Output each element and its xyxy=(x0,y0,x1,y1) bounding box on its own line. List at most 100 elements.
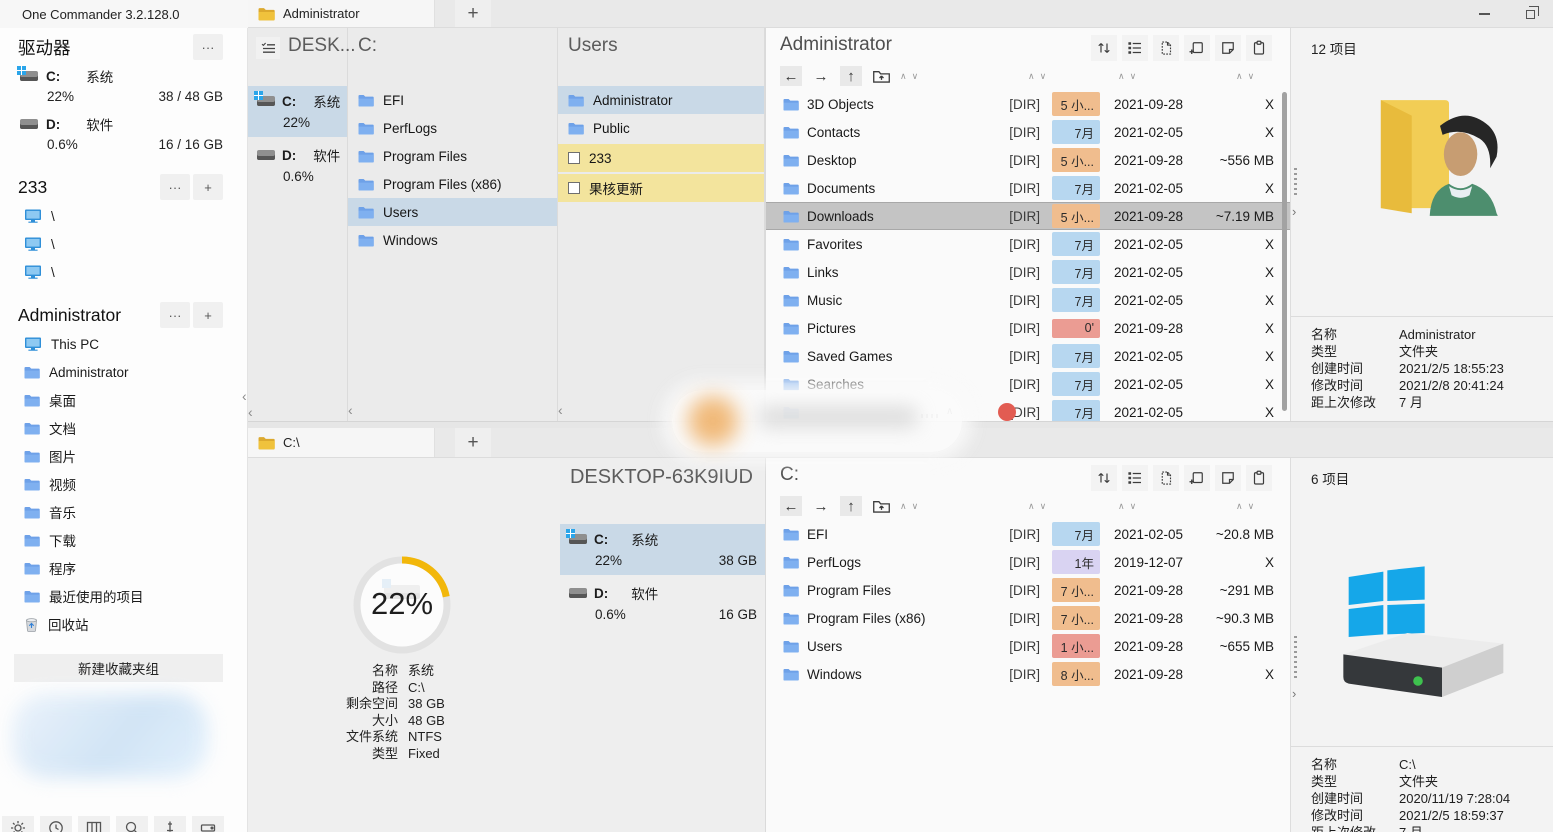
scrollbar[interactable] xyxy=(1282,92,1287,411)
tag-checkbox[interactable] xyxy=(568,152,580,164)
file-row[interactable]: EFI [DIR] 7月 2021-02-05 ~20.8 MB xyxy=(766,520,1290,548)
folder-row[interactable]: Users xyxy=(348,198,557,226)
paste-icon[interactable] xyxy=(1246,465,1272,491)
drive-entry[interactable]: C: 系统 22% 38 GB xyxy=(560,524,765,575)
column-sort-type[interactable]: ∧∨ xyxy=(1028,71,1051,82)
clock-icon[interactable] xyxy=(40,816,72,832)
sidebar-item[interactable]: 图片 xyxy=(0,442,247,470)
back-button[interactable]: ← xyxy=(780,496,802,516)
network-path-item[interactable]: \ xyxy=(0,230,247,258)
note-icon[interactable] xyxy=(1215,465,1241,491)
new-file-icon[interactable] xyxy=(1153,35,1179,61)
folder-row[interactable]: 233 xyxy=(558,144,764,172)
maximize-restore-button[interactable] xyxy=(1507,0,1553,28)
group-233-add-button[interactable]: + xyxy=(193,174,223,200)
group-233-menu-button[interactable]: ··· xyxy=(160,174,190,200)
file-row[interactable]: Documents [DIR] 7月 2021-02-05 X xyxy=(766,174,1290,202)
sort-icon[interactable] xyxy=(1091,35,1117,61)
forward-button[interactable]: → xyxy=(810,66,832,86)
sidebar-item[interactable]: 下载 xyxy=(0,526,247,554)
sort-asc-desc[interactable]: ∧∨ xyxy=(900,501,923,512)
file-row[interactable]: Windows [DIR] 8 小... 2021-09-28 X xyxy=(766,660,1290,688)
new-favorites-group-button[interactable]: 新建收藏夹组 xyxy=(14,654,223,682)
file-row[interactable]: Program Files [DIR] 7 小... 2021-09-28 ~2… xyxy=(766,576,1290,604)
file-row[interactable]: Pictures [DIR] 0' 2021-09-28 X xyxy=(766,314,1290,342)
tab-administrator[interactable]: Administrator xyxy=(248,0,435,27)
drive-entry[interactable]: C: 系统 22% xyxy=(248,86,347,137)
forward-button[interactable]: → xyxy=(810,496,832,516)
file-row[interactable]: Saved Games [DIR] 7月 2021-02-05 X xyxy=(766,342,1290,370)
sidebar-item[interactable]: 回收站 xyxy=(0,610,247,638)
pin-icon[interactable] xyxy=(154,816,186,832)
column-sort-type[interactable]: ∧∨ xyxy=(1028,501,1051,512)
drive-entry[interactable]: D: 软件 0.6% 16 GB xyxy=(560,578,765,629)
folder-up-icon[interactable] xyxy=(870,66,892,86)
settings-icon[interactable] xyxy=(2,816,34,832)
sort-asc-desc[interactable]: ∧∨ xyxy=(900,71,923,82)
add-tab-button[interactable]: + xyxy=(455,428,491,457)
folder-row[interactable]: Windows xyxy=(348,226,557,254)
view-list-icon[interactable] xyxy=(1122,465,1148,491)
folder-row[interactable]: 果核更新 xyxy=(558,174,764,202)
sidebar-item[interactable]: 文档 xyxy=(0,414,247,442)
sort-icon[interactable] xyxy=(1091,465,1117,491)
sidebar-item[interactable]: 桌面 xyxy=(0,386,247,414)
file-row[interactable]: Music [DIR] 7月 2021-02-05 X xyxy=(766,286,1290,314)
file-row[interactable]: Favorites [DIR] 7月 2021-02-05 X xyxy=(766,230,1290,258)
paste-icon[interactable] xyxy=(1246,35,1272,61)
folder-row[interactable]: Program Files (x86) xyxy=(348,170,557,198)
tab-c-drive[interactable]: C:\ xyxy=(248,428,435,457)
new-file-icon[interactable] xyxy=(1153,465,1179,491)
sidebar-item[interactable]: This PC xyxy=(0,330,247,358)
folder-row[interactable]: PerfLogs xyxy=(348,114,557,142)
file-row[interactable]: 3D Objects [DIR] 5 小... 2021-09-28 X xyxy=(766,90,1290,118)
sidebar-item[interactable]: 音乐 xyxy=(0,498,247,526)
layout-columns-icon[interactable] xyxy=(78,816,110,832)
sidebar-item[interactable]: 最近使用的项目 xyxy=(0,582,247,610)
file-row[interactable]: Users [DIR] 1 小... 2021-09-28 ~655 MB xyxy=(766,632,1290,660)
column-sort-date[interactable]: ∧∨ xyxy=(1118,501,1141,512)
add-tab-button[interactable]: + xyxy=(455,0,491,27)
file-row[interactable]: Desktop [DIR] 5 小... 2021-09-28 ~556 MB xyxy=(766,146,1290,174)
sidebar-item[interactable]: Administrator xyxy=(0,358,247,386)
view-list-icon[interactable] xyxy=(1122,35,1148,61)
up-button[interactable]: ↑ xyxy=(840,496,862,516)
network-path-item[interactable]: \ xyxy=(0,258,247,286)
drive-entry[interactable]: D: 软件 0.6% xyxy=(248,140,347,191)
up-button[interactable]: ↑ xyxy=(840,66,862,86)
collapse-column-icon[interactable]: ‹ xyxy=(558,402,563,418)
folder-row[interactable]: Public xyxy=(558,114,764,142)
file-row[interactable]: Downloads [DIR] 5 小... 2021-09-28 ~7.19 … xyxy=(766,202,1290,230)
sidebar-drive[interactable]: D: 软件 0.6% 16 / 16 GB xyxy=(0,110,247,158)
minimize-button[interactable] xyxy=(1461,0,1507,28)
file-row[interactable]: Contacts [DIR] 7月 2021-02-05 X xyxy=(766,118,1290,146)
folder-up-icon[interactable] xyxy=(870,496,892,516)
new-pane-icon[interactable] xyxy=(1184,35,1210,61)
column-sort-size[interactable]: ∧∨ xyxy=(1236,71,1259,82)
column-sort-size[interactable]: ∧∨ xyxy=(1236,501,1259,512)
file-name: Saved Games xyxy=(807,349,982,364)
collapse-column-icon[interactable]: ‹ xyxy=(242,388,247,404)
sidebar-drive[interactable]: C: 系统 22% 38 / 48 GB xyxy=(0,62,247,110)
admin-add-button[interactable]: + xyxy=(193,302,223,328)
collapse-column-icon[interactable]: ‹ xyxy=(248,404,253,420)
sidebar-item[interactable]: 视频 xyxy=(0,470,247,498)
file-row[interactable]: PerfLogs [DIR] 1年 2019-12-07 X xyxy=(766,548,1290,576)
drive-tool-icon[interactable] xyxy=(192,816,224,832)
column-sort-date[interactable]: ∧∨ xyxy=(1118,71,1141,82)
folder-row[interactable]: Administrator xyxy=(558,86,764,114)
file-row[interactable]: Program Files (x86) [DIR] 7 小... 2021-09… xyxy=(766,604,1290,632)
search-icon[interactable] xyxy=(116,816,148,832)
new-pane-icon[interactable] xyxy=(1184,465,1210,491)
back-button[interactable]: ← xyxy=(780,66,802,86)
collapse-column-icon[interactable]: ‹ xyxy=(348,402,353,418)
folder-row[interactable]: EFI xyxy=(348,86,557,114)
note-icon[interactable] xyxy=(1215,35,1241,61)
sidebar-item[interactable]: 程序 xyxy=(0,554,247,582)
tag-checkbox[interactable] xyxy=(568,182,580,194)
file-row[interactable]: Links [DIR] 7月 2021-02-05 X xyxy=(766,258,1290,286)
drives-menu-button[interactable]: ··· xyxy=(193,34,223,60)
network-path-item[interactable]: \ xyxy=(0,202,247,230)
admin-menu-button[interactable]: ··· xyxy=(160,302,190,328)
folder-row[interactable]: Program Files xyxy=(348,142,557,170)
